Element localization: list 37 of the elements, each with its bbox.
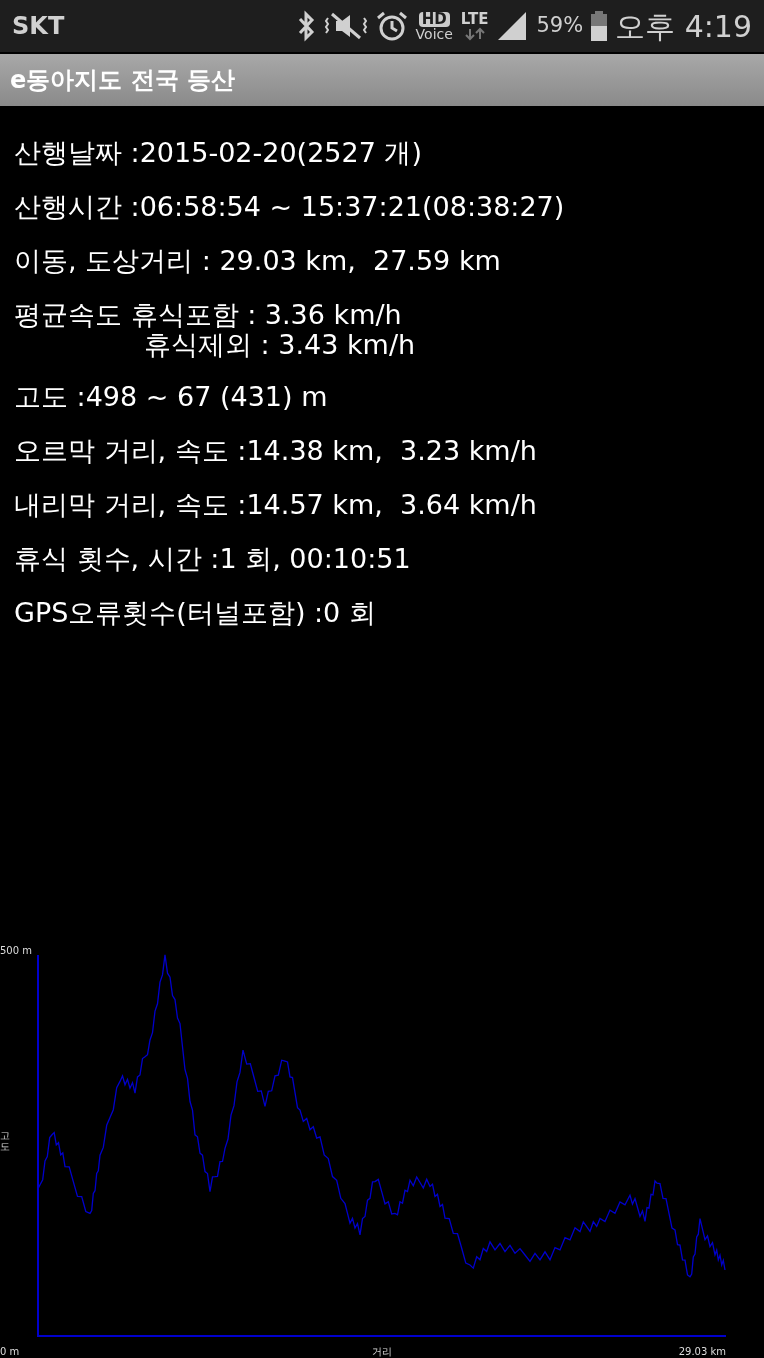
x-start-label: 0 m <box>0 1346 20 1357</box>
stat-value: 3.43 km/h <box>277 329 416 360</box>
app-title: e동아지도 전국 등산 <box>10 65 235 96</box>
stat-value: 06:58:54 ~ 15:37:21(08:38:27) <box>139 191 565 222</box>
y-max-label: 500 m <box>0 945 32 956</box>
stat-value: 14.38 km, 3.23 km/h <box>246 435 537 466</box>
stat-label: 평균속도 휴식포함 : <box>14 299 257 330</box>
stat-value: 498 ~ 67 (431) m <box>85 381 328 412</box>
stat-label: 휴식제외 : <box>144 329 270 360</box>
stat-label: 산행날짜 : <box>14 137 140 168</box>
stat-value: 14.57 km, 3.64 km/h <box>246 489 537 520</box>
x-axis-title: 거리 <box>372 1346 392 1357</box>
y-axis-title: 고도 <box>0 1130 10 1152</box>
network-type: LTE <box>460 11 489 27</box>
stat-label: 이동, 도상거리 : <box>14 245 211 276</box>
battery-percent: 59% <box>536 12 584 40</box>
signal-icon <box>496 10 529 42</box>
stat-label: 산행시간 : <box>14 191 140 222</box>
stat-label: 오르막 거리, 속도 : <box>14 435 247 466</box>
stat-value: 1 회, 00:10:51 <box>219 543 411 574</box>
stat-label: 휴식 횟수, 시간 : <box>14 543 220 574</box>
alarm-clock-icon <box>375 10 408 42</box>
stat-value: 2015-02-20(2527 개) <box>139 137 422 168</box>
stat-label: 내리막 거리, 속도 : <box>14 489 247 520</box>
battery-icon <box>591 10 608 42</box>
stat-label: GPS오류횟수(터널포함) : <box>14 597 324 628</box>
stat-value: 0 회 <box>323 597 376 628</box>
stat-value: 3.36 km/h <box>263 299 402 330</box>
clock-time: 오후 4:19 <box>615 7 752 46</box>
data-arrows-icon <box>464 26 485 41</box>
stat-label: 고도 : <box>14 381 86 412</box>
voice-label: Voice <box>415 26 453 41</box>
hd-label: HD <box>418 11 450 27</box>
x-end-label: 29.03 km <box>678 1346 726 1357</box>
mute-icon <box>323 10 368 42</box>
carrier-name: SKT <box>12 11 65 42</box>
stat-value: 29.03 km, 27.59 km <box>218 245 501 276</box>
